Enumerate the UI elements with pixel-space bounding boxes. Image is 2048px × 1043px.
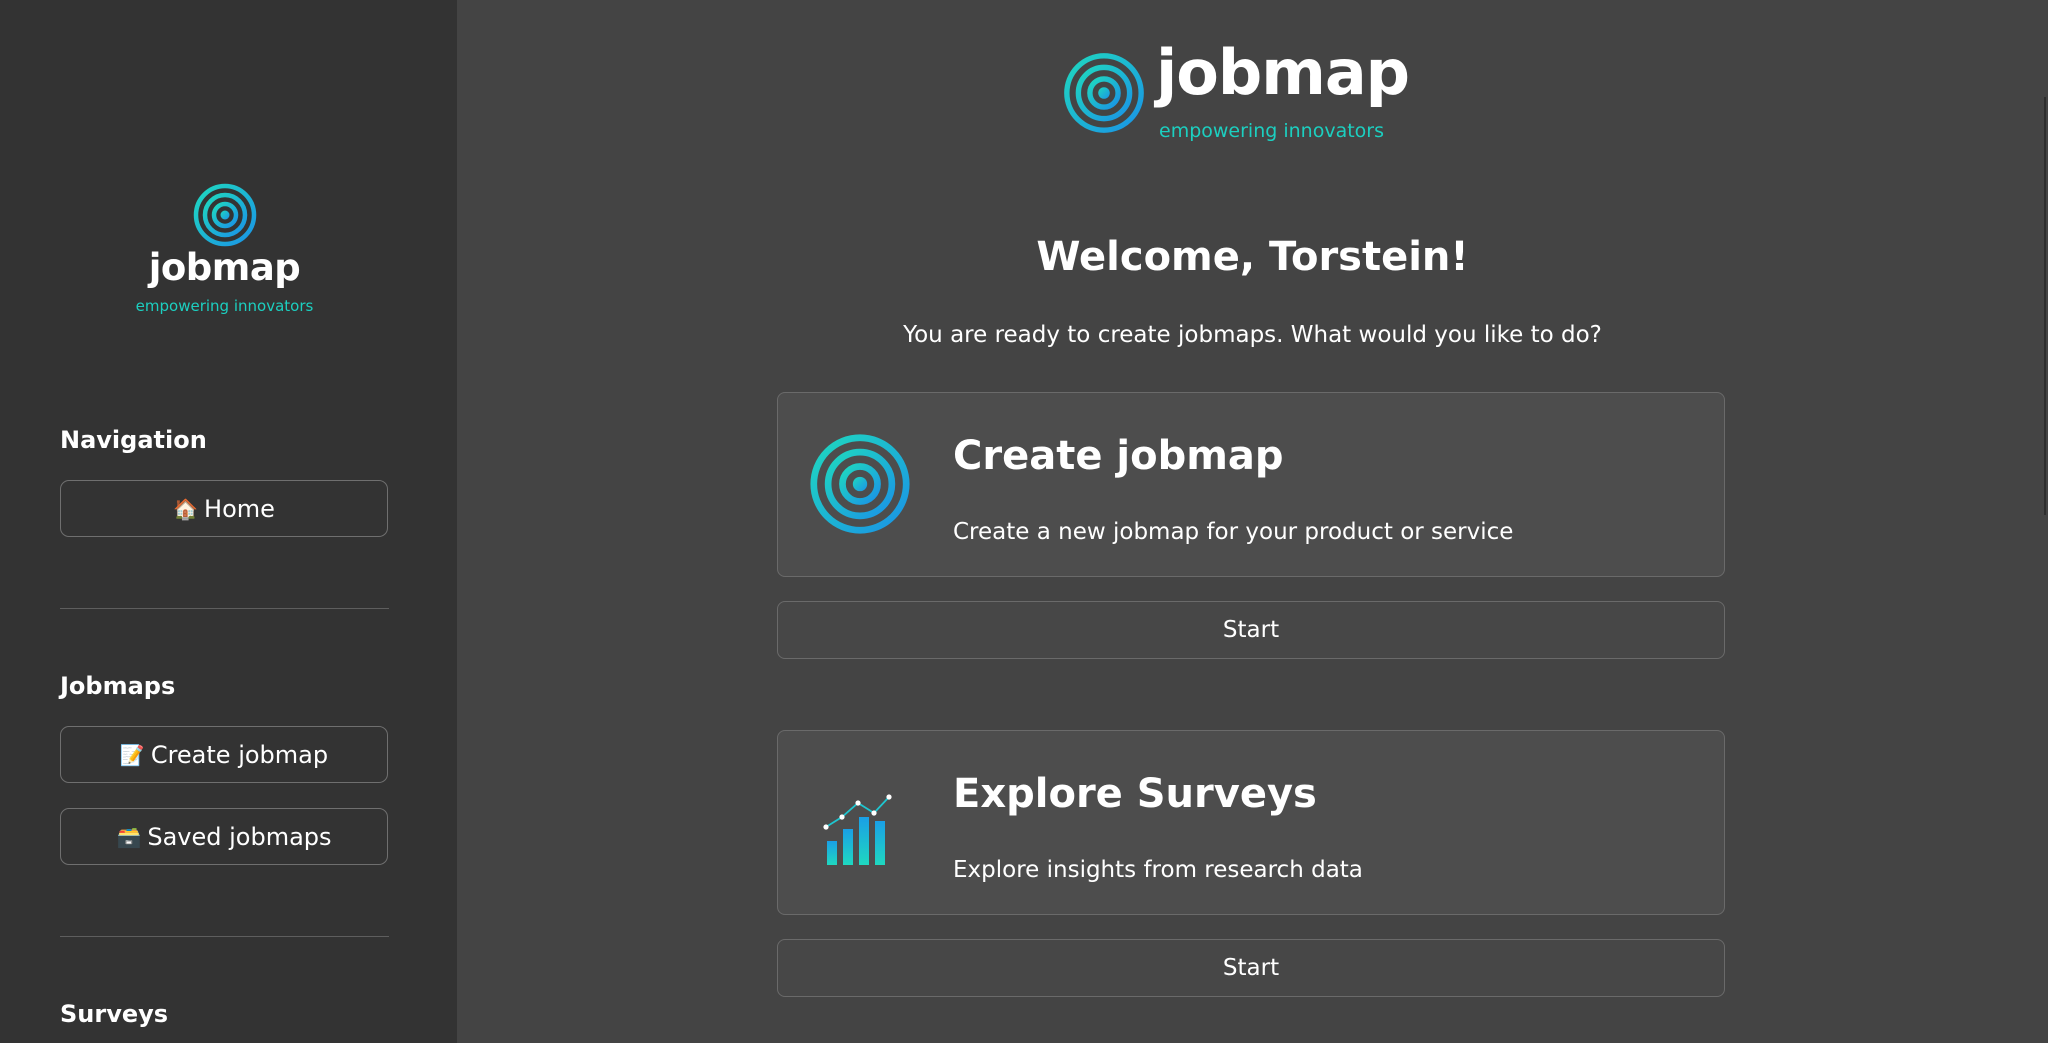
- card-title: Explore Surveys: [953, 771, 1317, 817]
- section-title-surveys: Surveys: [60, 1000, 169, 1028]
- memo-icon: 📝: [119, 742, 145, 767]
- scrollbar[interactable]: [2044, 97, 2046, 515]
- jobmap-logo-icon: [1064, 53, 1144, 133]
- card-description: Create a new jobmap for your product or …: [953, 519, 1514, 545]
- create-jobmap-card: Create jobmap Create a new jobmap for yo…: [777, 392, 1725, 577]
- saved-jobmaps-button[interactable]: 🗃️ Saved jobmaps: [60, 808, 388, 865]
- welcome-heading: Welcome, Torstein!: [1036, 234, 1469, 280]
- explore-surveys-card: Explore Surveys Explore insights from re…: [777, 730, 1725, 915]
- sidebar-logo-title: jobmap: [148, 246, 301, 289]
- main-logo-title: jobmap: [1156, 36, 1410, 109]
- section-title-jobmaps: Jobmaps: [60, 672, 176, 700]
- create-jobmap-button[interactable]: 📝 Create jobmap: [60, 726, 388, 783]
- section-title-navigation: Navigation: [60, 426, 207, 454]
- divider: [60, 608, 389, 609]
- home-button[interactable]: 🏠 Home: [60, 480, 388, 537]
- chart-icon: [823, 794, 892, 865]
- sidebar: jobmap empowering innovators Navigation …: [0, 0, 457, 1043]
- card-file-box-icon: 🗃️: [116, 824, 142, 849]
- start-explore-surveys-button[interactable]: Start: [777, 939, 1725, 997]
- home-button-label: Home: [204, 494, 275, 523]
- start-create-jobmap-button[interactable]: Start: [777, 601, 1725, 659]
- divider: [60, 936, 389, 937]
- target-icon: [810, 434, 910, 534]
- saved-jobmaps-button-label: Saved jobmaps: [147, 822, 332, 851]
- card-description: Explore insights from research data: [953, 857, 1363, 883]
- card-title: Create jobmap: [953, 433, 1284, 479]
- house-icon: 🏠: [173, 496, 199, 521]
- jobmap-logo-icon: [193, 183, 257, 247]
- sidebar-logo-tagline: empowering innovators: [135, 297, 314, 315]
- create-jobmap-button-label: Create jobmap: [150, 740, 329, 769]
- main-logo-tagline: empowering innovators: [1159, 120, 1385, 142]
- intro-text: You are ready to create jobmaps. What wo…: [903, 322, 1602, 348]
